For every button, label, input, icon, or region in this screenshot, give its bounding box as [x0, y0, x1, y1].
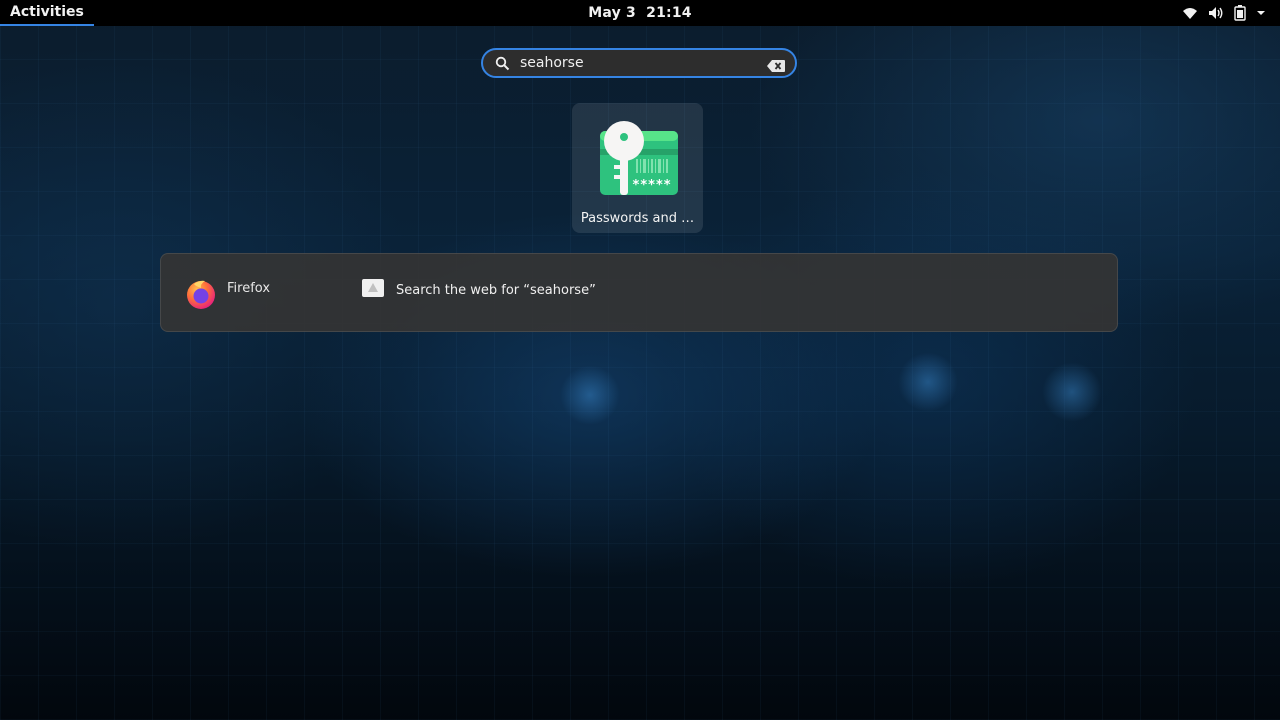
provider-name-firefox: Firefox: [227, 281, 271, 296]
web-search-result[interactable]: Search the web for “seahorse”: [362, 279, 596, 301]
web-search-label: Search the web for “seahorse”: [396, 282, 596, 298]
activities-button[interactable]: Activities: [0, 0, 94, 26]
battery-icon: [1234, 5, 1246, 21]
activities-label: Activities: [10, 4, 84, 20]
chevron-down-icon: [1256, 9, 1266, 17]
search-provider-results: Firefox Search the web for “seahorse”: [160, 253, 1118, 332]
clear-icon[interactable]: [767, 57, 785, 76]
system-tray[interactable]: [1182, 0, 1266, 26]
wallpaper-glow: [898, 352, 958, 412]
search-entry[interactable]: [481, 48, 797, 78]
wifi-icon: [1182, 6, 1198, 20]
volume-icon: [1208, 6, 1224, 20]
wallpaper-glow: [560, 365, 620, 425]
search-input[interactable]: [520, 55, 760, 71]
app-result-label: Passwords and …: [580, 211, 695, 226]
web-search-icon: [362, 279, 384, 301]
firefox-icon: [185, 278, 217, 314]
provider-firefox[interactable]: [185, 278, 217, 314]
clock-label: May 3 21:14: [588, 5, 692, 21]
app-result-passwords[interactable]: ***** Passwords and …: [572, 103, 703, 233]
search-icon: [495, 56, 510, 75]
svg-text:*****: *****: [632, 178, 671, 193]
top-bar: Activities May 3 21:14: [0, 0, 1280, 26]
passwords-keys-icon: *****: [596, 121, 680, 205]
wallpaper-glow: [1042, 362, 1102, 422]
clock[interactable]: May 3 21:14: [588, 0, 691, 26]
